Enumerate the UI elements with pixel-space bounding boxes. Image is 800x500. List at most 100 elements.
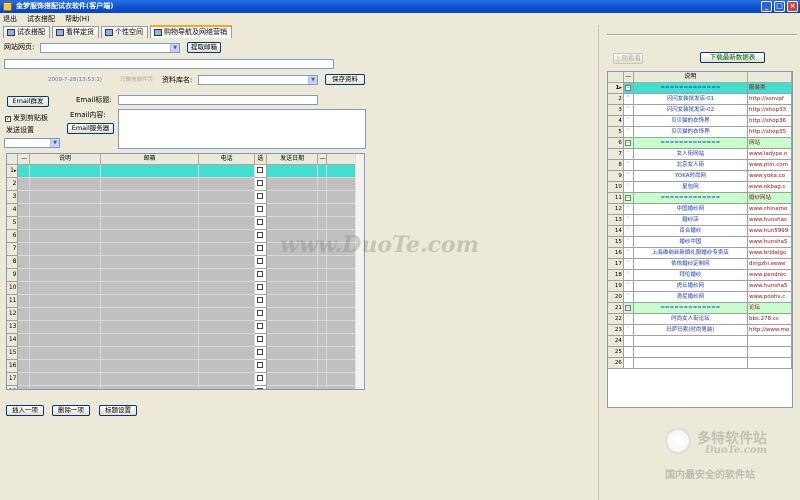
cell-select[interactable] — [254, 385, 267, 389]
menu-help[interactable]: 帮助(H) — [65, 13, 90, 25]
cell-email[interactable] — [100, 190, 200, 204]
cell-url[interactable]: www.ladype.n — [747, 148, 792, 160]
cell-desc[interactable]: 婚纱店 — [633, 214, 749, 226]
site-select[interactable]: ▼ — [40, 43, 180, 53]
cell-phone[interactable] — [198, 203, 255, 217]
cell-select[interactable] — [254, 372, 267, 386]
cell-url[interactable]: http://www.mo — [747, 324, 792, 336]
col-header-desc[interactable]: 说明 — [29, 154, 101, 165]
title-settings-button[interactable]: 标题设置 — [99, 405, 137, 416]
checkbox[interactable] — [257, 336, 264, 342]
cell-url[interactable]: www.ptin.com — [747, 159, 792, 171]
cell-desc[interactable]: 时尚女人街论坛 — [633, 313, 749, 325]
cell-select[interactable] — [254, 320, 267, 334]
cell-url[interactable]: www.hunsha5 — [747, 236, 792, 248]
cell-send-date[interactable] — [266, 216, 319, 230]
list-item[interactable]: 14 ˇ 百合婚纱 www.hun5999 — [608, 225, 792, 237]
cell-url[interactable]: 婚纱网站 — [747, 192, 792, 204]
cell-desc[interactable]: 女人街网站 — [633, 148, 749, 160]
cell-email[interactable] — [100, 255, 200, 269]
cell-email[interactable] — [100, 385, 200, 389]
list-item[interactable]: 12 ˇ 中国婚纱网 www.chinamo — [608, 203, 792, 215]
table-row[interactable]: 3 — [7, 190, 364, 204]
list-item[interactable]: 4 ˇ 贝贝猫的衣饰界 http://shop36 — [608, 115, 792, 127]
cell-url[interactable]: bbs.278.cc — [747, 313, 792, 325]
cell-url[interactable]: www.bridalgo — [747, 247, 792, 259]
cell-email[interactable] — [100, 177, 200, 191]
cell-desc[interactable]: ============= — [633, 302, 749, 314]
cell-send-date[interactable] — [266, 320, 319, 334]
list-item[interactable]: 3 ˇ 闪闪女装批发店-02 http://shop33 — [608, 104, 792, 116]
checkbox[interactable] — [257, 245, 264, 251]
list-item[interactable]: 25 — [608, 346, 792, 358]
vertical-scrollbar[interactable] — [355, 154, 364, 389]
cell-desc[interactable]: 贝贝猫的衣饰界 — [633, 115, 749, 127]
cell-desc[interactable] — [29, 281, 101, 295]
cell-url[interactable]: www.hun5999 — [747, 225, 792, 237]
cell-url[interactable]: www.hunshac — [747, 214, 792, 226]
collapse-icon[interactable]: − — [625, 140, 632, 146]
check-icon[interactable]: ✓ — [5, 115, 11, 122]
send-settings-select[interactable]: ▼ — [4, 138, 60, 148]
cell-desc[interactable] — [29, 333, 101, 347]
cell-phone[interactable] — [198, 385, 255, 389]
cell-send-date[interactable] — [266, 307, 319, 321]
cell-desc[interactable] — [633, 346, 749, 358]
cell-email[interactable] — [100, 307, 200, 321]
cell-send-date[interactable] — [266, 346, 319, 360]
cell-desc[interactable]: 北京女人街 — [633, 159, 749, 171]
checkbox[interactable] — [257, 193, 264, 199]
cell-url[interactable]: 网站 — [747, 137, 792, 149]
cell-desc[interactable] — [29, 346, 101, 360]
col-header-email[interactable]: 邮箱 — [100, 154, 200, 165]
cell-url[interactable]: http://shop33 — [747, 104, 792, 116]
list-item[interactable]: 16 ˇ 上海维纳丝新娘礼服婚纱专卖店 www.bridalgo — [608, 247, 792, 259]
table-row[interactable]: 12 — [7, 307, 364, 321]
list-item[interactable]: 11− ============= 婚纱网站 — [608, 192, 792, 204]
tab-order[interactable]: 看样定货 — [52, 26, 99, 38]
list-item[interactable]: 22 ˇ 时尚女人街论坛 bbs.278.cc — [608, 313, 792, 325]
cell-phone[interactable] — [198, 216, 255, 230]
save-button[interactable]: 保存资料 — [325, 74, 365, 85]
list-item[interactable]: 10 ˇ 星包网 www.okbag.c — [608, 181, 792, 193]
cell-url[interactable]: www.chinamo — [747, 203, 792, 215]
minimize-button[interactable]: _ — [761, 1, 772, 12]
checkbox[interactable] — [257, 323, 264, 329]
cell-desc[interactable]: 依依婚纱定制网 — [633, 258, 749, 270]
tab-shopping-nav[interactable]: 购物导航及网络营销 — [150, 25, 232, 38]
cell-email[interactable] — [100, 333, 200, 347]
cell-desc[interactable]: 虎丘婚纱网 — [633, 280, 749, 292]
url-input[interactable] — [4, 59, 334, 69]
browse-online-button[interactable]: 上网看看 — [613, 53, 643, 64]
cell-send-date[interactable] — [266, 190, 319, 204]
cell-desc[interactable] — [29, 307, 101, 321]
cell-phone[interactable] — [198, 190, 255, 204]
cell-desc[interactable] — [29, 359, 101, 373]
list-item[interactable]: 13 ˇ 婚纱店 www.hunshac — [608, 214, 792, 226]
cell-select[interactable] — [254, 294, 267, 308]
cell-send-date[interactable] — [266, 372, 319, 386]
list-item[interactable]: 20 ˇ 滴尼婚纱网 www.poohs.c — [608, 291, 792, 303]
collapse-icon[interactable]: − — [625, 305, 632, 311]
cell-desc[interactable]: 百合婚纱 — [633, 225, 749, 237]
cell-desc[interactable]: 上海维纳丝新娘礼服婚纱专卖店 — [633, 247, 749, 259]
cell-phone[interactable] — [198, 229, 255, 243]
cell-send-date[interactable] — [266, 333, 319, 347]
cell-email[interactable] — [100, 203, 200, 217]
checkbox[interactable] — [257, 180, 264, 186]
cell-desc[interactable] — [633, 357, 749, 369]
list-item[interactable]: 23 ˇ 玛萨玛索(时尚男装) http://www.mo — [608, 324, 792, 336]
cell-select[interactable] — [254, 229, 267, 243]
cell-desc[interactable] — [29, 320, 101, 334]
cell-desc[interactable]: 玛萨玛索(时尚男装) — [633, 324, 749, 336]
table-row[interactable]: 9 — [7, 268, 364, 282]
cell-url[interactable]: www.yoka.co — [747, 170, 792, 182]
cell-url[interactable] — [747, 335, 792, 347]
cell-email[interactable] — [100, 242, 200, 256]
list-item[interactable]: 6− ============= 网站 — [608, 137, 792, 149]
table-row[interactable]: 10 — [7, 281, 364, 295]
list-item[interactable]: 15 ˇ 婚纱中国 www.hunsha5 — [608, 236, 792, 248]
cell-desc[interactable]: ============= — [633, 137, 749, 149]
table-row[interactable]: 15 — [7, 346, 364, 360]
list-item[interactable]: 24 — [608, 335, 792, 347]
